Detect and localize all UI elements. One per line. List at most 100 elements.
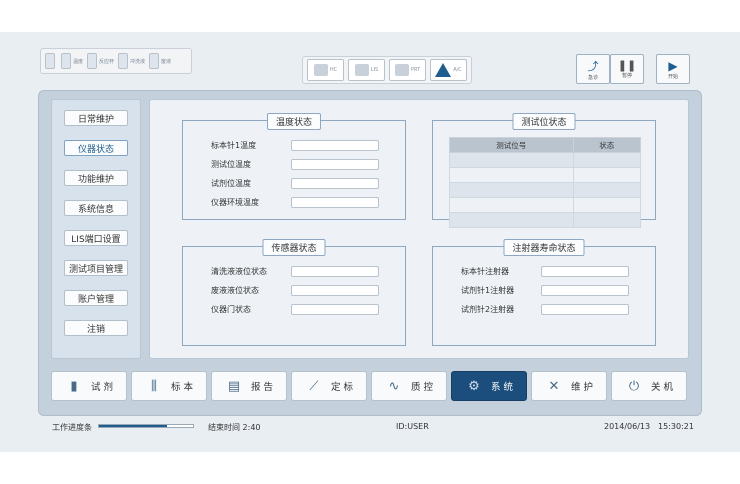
sensor-row: 清洗液液位状态 [211, 265, 379, 278]
reagent-syringe-1-field [541, 285, 629, 296]
tools-icon: ✕ [548, 378, 560, 394]
gears-icon: ⚙ [468, 378, 480, 394]
nav-daily-maintenance[interactable]: 日常维护 [64, 110, 128, 126]
waste-liquid-level-field [291, 285, 379, 296]
alarm-button[interactable]: A/C [430, 59, 467, 81]
connection-status-group: HC LIS PRT A/C [302, 56, 472, 84]
sensor-panel: 传感器状态 清洗液液位状态 废液液位状态 仪器门状态 [182, 239, 406, 346]
progress-label: 工作进度条 [52, 423, 92, 432]
tab-sample[interactable]: ⫼ 标 本 [131, 371, 207, 401]
table-row[interactable] [449, 182, 642, 198]
table-row[interactable] [449, 152, 642, 168]
syringe-row: 标本针注射器 [461, 265, 629, 278]
sensor-row: 仪器门状态 [211, 303, 379, 316]
host-computer-icon [313, 64, 328, 76]
app-window: 温度 反应杯 冲洗液 废液 HC LIS PRT A/C ⤴ 急诊 ❚❚ 暂停 … [0, 32, 740, 452]
end-time: 结束时间 2:40 [208, 423, 261, 432]
tab-report[interactable]: ▤ 报 告 [211, 371, 287, 401]
temp-row: 试剂位温度 [211, 177, 379, 190]
door-status-field [291, 304, 379, 315]
column-header: 测试位号 [449, 137, 574, 153]
syringe-panel-title: 注射器寿命状态 [503, 239, 585, 256]
reagent-syringe-2-field [541, 304, 629, 315]
date-display: 2014/06/13 [604, 422, 651, 431]
cuvette-status[interactable]: 反应杯 [87, 51, 114, 71]
consumables-status-group: 温度 反应杯 冲洗液 废液 [40, 48, 192, 74]
tab-calibration[interactable]: ⟋ 定 标 [291, 371, 367, 401]
table-row[interactable] [449, 212, 642, 228]
sensor-panel-title: 传感器状态 [262, 239, 326, 256]
column-header: 状态 [572, 137, 642, 153]
warning-icon [435, 63, 452, 77]
pause-button[interactable]: ❚❚ 暂停 [610, 54, 644, 84]
sensor-row: 废液液位状态 [211, 284, 379, 297]
top-toolbar: 温度 反应杯 冲洗液 废液 HC LIS PRT A/C ⤴ 急诊 ❚❚ 暂停 … [0, 32, 740, 88]
running-person-icon: ⤴ [587, 59, 599, 73]
nav-lis-port-settings[interactable]: LIS端口设置 [64, 230, 128, 246]
bottom-tab-bar: ▮ 试 剂 ⫼ 标 本 ▤ 报 告 ⟋ 定 标 ∿ 质 控 ⚙ 系 统 ✕ 维 护 ⏻ 关 机 [49, 369, 693, 405]
ambient-temp-field [291, 197, 379, 208]
temp-row: 仪器环境温度 [211, 196, 379, 209]
test-position-panel-title: 测试位状态 [512, 113, 576, 130]
printer-icon [394, 64, 409, 76]
wash-liquid-status[interactable]: 冲洗液 [118, 51, 145, 71]
tab-maintenance[interactable]: ✕ 维 护 [531, 371, 607, 401]
lis-button[interactable]: LIS [348, 59, 385, 81]
qc-chart-icon: ∿ [388, 378, 400, 394]
pause-icon: ❚❚ [617, 59, 637, 72]
thermometer-icon [61, 53, 71, 69]
sample-needle-temp-field [291, 140, 379, 151]
tab-shutdown[interactable]: ⏻ 关 机 [611, 371, 687, 401]
nav-test-item-management[interactable]: 测试项目管理 [64, 260, 128, 276]
test-position-panel: 测试位状态 测试位号 状态 [432, 113, 656, 228]
start-button[interactable]: ▶ 开始 [656, 54, 690, 84]
user-id: ID:USER [396, 422, 429, 431]
power-icon: ⏻ [628, 378, 640, 394]
test-position-temp-field [291, 159, 379, 170]
nav-system-info[interactable]: 系统信息 [64, 200, 128, 216]
reagent-icon: ▮ [70, 378, 78, 394]
syringe-panel: 注射器寿命状态 标本针注射器 试剂针1注射器 试剂针2注射器 [432, 239, 656, 346]
main-frame: 日常维护 仪器状态 功能维护 系统信息 LIS端口设置 测试项目管理 账户管理 … [38, 90, 702, 416]
reagent-status[interactable] [45, 51, 57, 71]
report-icon: ▤ [227, 378, 241, 394]
table-row[interactable] [449, 167, 642, 183]
cuvette-icon [87, 53, 98, 69]
nav-instrument-status[interactable]: 仪器状态 [64, 140, 128, 156]
instrument-status-content: 温度状态 标本针1温度 测试位温度 试剂位温度 仪器环境温度 测试位状态 测试位… [149, 99, 689, 359]
progress-fill [99, 425, 167, 427]
tab-system[interactable]: ⚙ 系 统 [451, 371, 527, 401]
tab-reagent[interactable]: ▮ 试 剂 [51, 371, 127, 401]
temp-row: 测试位温度 [211, 158, 379, 171]
waste-liquid-status[interactable]: 废液 [149, 51, 171, 71]
reagent-bottle-icon [45, 53, 55, 69]
table-row[interactable] [449, 197, 642, 213]
sample-syringe-field [541, 266, 629, 277]
temperature-panel-title: 温度状态 [266, 113, 322, 130]
tab-qc[interactable]: ∿ 质 控 [371, 371, 447, 401]
test-position-table: 测试位号 状态 [449, 137, 642, 228]
status-bar: 工作进度条 结束时间 2:40 ID:USER 2014/06/13 15:30… [0, 416, 740, 436]
syringe-row: 试剂针1注射器 [461, 284, 629, 297]
nav-account-management[interactable]: 账户管理 [64, 290, 128, 306]
play-icon: ▶ [668, 58, 678, 73]
nav-function-maintenance[interactable]: 功能维护 [64, 170, 128, 186]
emergency-button[interactable]: ⤴ 急诊 [576, 54, 610, 84]
time-display: 15:30:21 [658, 422, 694, 431]
reagent-position-temp-field [291, 178, 379, 189]
temp-row: 标本针1温度 [211, 139, 379, 152]
waste-liquid-icon [149, 53, 160, 69]
sample-tubes-icon: ⫼ [150, 378, 157, 394]
lis-icon [354, 64, 369, 76]
syringe-row: 试剂针2注射器 [461, 303, 629, 316]
temperature-status[interactable]: 温度 [61, 51, 83, 71]
wash-liquid-level-field [291, 266, 379, 277]
printer-button[interactable]: PRT [389, 59, 426, 81]
wash-liquid-icon [118, 53, 129, 69]
host-computer-button[interactable]: HC [307, 59, 344, 81]
work-progress-bar [98, 424, 194, 428]
nav-logout[interactable]: 注销 [64, 320, 128, 336]
calibration-curve-icon: ⟋ [309, 378, 319, 394]
left-navigation: 日常维护 仪器状态 功能维护 系统信息 LIS端口设置 测试项目管理 账户管理 … [51, 99, 141, 359]
temperature-panel: 温度状态 标本针1温度 测试位温度 试剂位温度 仪器环境温度 [182, 113, 406, 220]
